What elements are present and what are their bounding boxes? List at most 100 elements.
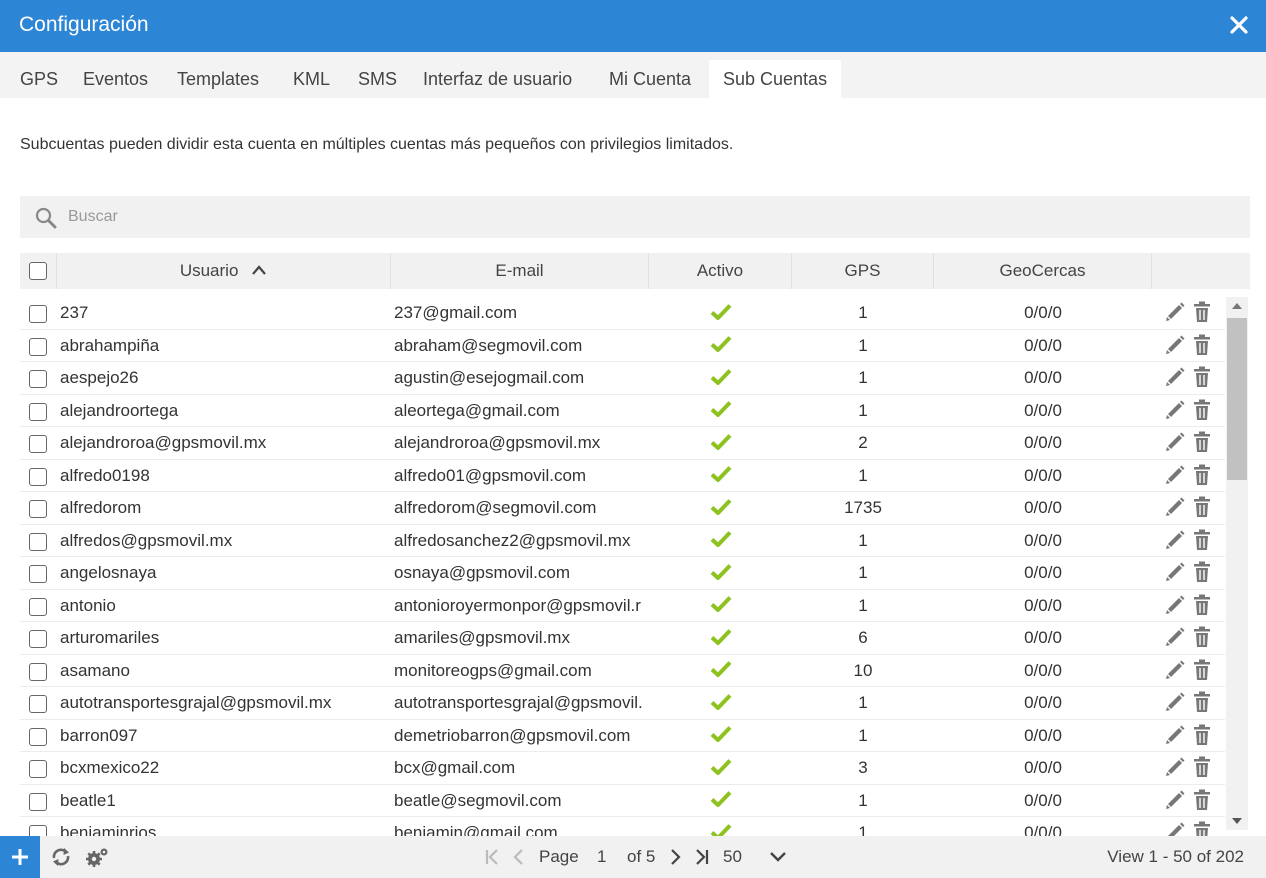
trash-icon[interactable] <box>1193 334 1211 356</box>
trash-icon[interactable] <box>1193 789 1211 811</box>
trash-icon[interactable] <box>1193 724 1211 746</box>
tab-sms[interactable]: SMS <box>344 60 411 98</box>
current-page-input[interactable]: 1 <box>597 836 606 878</box>
add-subaccount-button[interactable] <box>0 836 40 878</box>
pencil-icon[interactable] <box>1164 659 1186 681</box>
scroll-down-arrow-icon[interactable] <box>1232 818 1242 824</box>
pencil-icon[interactable] <box>1164 789 1186 811</box>
tab-kml[interactable]: KML <box>279 60 344 98</box>
pencil-icon[interactable] <box>1164 724 1186 746</box>
pencil-icon[interactable] <box>1164 301 1186 323</box>
last-page-icon[interactable] <box>694 848 710 871</box>
row-checkbox[interactable] <box>29 500 47 518</box>
table-row[interactable]: abrahampiña abraham@segmovil.com 1 0/0/0 <box>20 330 1225 362</box>
trash-icon[interactable] <box>1193 659 1211 681</box>
row-checkbox[interactable] <box>29 435 47 453</box>
pencil-icon[interactable] <box>1164 399 1186 421</box>
tab-gps[interactable]: GPS <box>6 60 72 98</box>
column-header-geocercas[interactable]: GeoCercas <box>934 253 1152 289</box>
tab-sub-cuentas[interactable]: Sub Cuentas <box>709 60 842 98</box>
table-row[interactable]: asamano monitoreogps@gmail.com 10 0/0/0 <box>20 655 1225 687</box>
row-checkbox[interactable] <box>29 532 47 551</box>
trash-icon[interactable] <box>1193 464 1211 486</box>
table-scrollbar[interactable] <box>1226 297 1248 830</box>
scrollbar-thumb[interactable] <box>1227 318 1247 480</box>
column-header-usuario[interactable]: Usuario <box>57 253 391 289</box>
trash-icon[interactable] <box>1193 431 1211 453</box>
trash-icon[interactable] <box>1193 301 1211 323</box>
trash-icon[interactable] <box>1193 561 1211 583</box>
row-checkbox[interactable] <box>29 727 47 746</box>
table-row[interactable]: 237 237@gmail.com 1 0/0/0 <box>20 297 1225 330</box>
trash-icon[interactable] <box>1193 529 1211 551</box>
pencil-icon[interactable] <box>1164 821 1186 836</box>
row-checkbox[interactable] <box>29 760 47 778</box>
row-checkbox[interactable] <box>29 662 47 681</box>
prev-page-icon[interactable] <box>512 848 526 871</box>
first-page-icon[interactable] <box>484 848 500 871</box>
row-checkbox[interactable] <box>29 695 47 713</box>
row-checkbox[interactable] <box>29 305 47 323</box>
row-checkbox[interactable] <box>29 565 47 583</box>
row-checkbox[interactable] <box>29 370 47 388</box>
search-input[interactable] <box>68 202 1228 232</box>
table-row[interactable]: bcxmexico22 bcx@gmail.com 3 0/0/0 <box>20 752 1225 785</box>
table-row[interactable]: angelosnaya osnaya@gpsmovil.com 1 0/0/0 <box>20 557 1225 590</box>
tab-templates[interactable]: Templates <box>163 60 273 98</box>
trash-icon[interactable] <box>1193 399 1211 421</box>
tab-interfaz-de-usuario[interactable]: Interfaz de usuario <box>409 60 586 98</box>
column-header-activo[interactable]: Activo <box>649 253 792 289</box>
next-page-icon[interactable] <box>668 848 682 871</box>
close-icon[interactable] <box>1226 12 1252 38</box>
tab-eventos[interactable]: Eventos <box>69 60 162 98</box>
tab-mi-cuenta[interactable]: Mi Cuenta <box>595 60 705 98</box>
trash-icon[interactable] <box>1193 756 1211 778</box>
trash-icon[interactable] <box>1193 691 1211 713</box>
table-row[interactable]: arturomariles amariles@gpsmovil.mx 6 0/0… <box>20 622 1225 655</box>
row-checkbox-cell <box>20 687 57 719</box>
pencil-icon[interactable] <box>1164 496 1186 518</box>
trash-icon[interactable] <box>1193 821 1211 836</box>
row-checkbox[interactable] <box>29 402 47 421</box>
row-checkbox[interactable] <box>29 597 47 616</box>
cell-actions <box>1164 330 1224 362</box>
pencil-icon[interactable] <box>1164 464 1186 486</box>
pencil-icon[interactable] <box>1164 366 1186 388</box>
table-row[interactable]: alfredo0198 alfredo01@gpsmovil.com 1 0/0… <box>20 460 1225 492</box>
pencil-icon[interactable] <box>1164 756 1186 778</box>
trash-icon[interactable] <box>1193 366 1211 388</box>
table-row[interactable]: alejandroortega aleortega@gmail.com 1 0/… <box>20 395 1225 427</box>
scroll-up-arrow-icon[interactable] <box>1232 303 1242 309</box>
row-checkbox[interactable] <box>29 630 47 648</box>
pencil-icon[interactable] <box>1164 431 1186 453</box>
table-row[interactable]: beatle1 beatle@segmovil.com 1 0/0/0 <box>20 785 1225 817</box>
table-row[interactable]: alejandroroa@gpsmovil.mx alejandroroa@gp… <box>20 427 1225 460</box>
table-row[interactable]: autotransportesgrajal@gpsmovil.mx autotr… <box>20 687 1225 720</box>
pencil-icon[interactable] <box>1164 691 1186 713</box>
table-row[interactable]: antonio antonioroyermonpor@gpsmovil.r 1 … <box>20 590 1225 622</box>
trash-icon[interactable] <box>1193 496 1211 518</box>
pencil-icon[interactable] <box>1164 529 1186 551</box>
pencil-icon[interactable] <box>1164 626 1186 648</box>
pencil-icon[interactable] <box>1164 594 1186 616</box>
pencil-icon[interactable] <box>1164 561 1186 583</box>
row-checkbox[interactable] <box>29 337 47 356</box>
select-all-checkbox[interactable] <box>29 262 47 280</box>
row-checkbox[interactable] <box>29 792 47 811</box>
table-row[interactable]: alfredos@gpsmovil.mx alfredosanchez2@gps… <box>20 525 1225 557</box>
pencil-icon[interactable] <box>1164 334 1186 356</box>
refresh-icon[interactable] <box>50 846 72 873</box>
table-row[interactable]: barron097 demetriobarron@gpsmovil.com 1 … <box>20 720 1225 752</box>
trash-icon[interactable] <box>1193 594 1211 616</box>
column-header-gps[interactable]: GPS <box>792 253 934 289</box>
table-row[interactable]: aespejo26 agustin@esejogmail.com 1 0/0/0 <box>20 362 1225 395</box>
row-checkbox[interactable] <box>29 825 47 836</box>
column-header-email[interactable]: E-mail <box>391 253 649 289</box>
table-row[interactable]: alfredorom alfredorom@segmovil.com 1735 … <box>20 492 1225 525</box>
table-row[interactable]: benjaminrios benjamin@gmail.com 1 0/0/0 <box>20 817 1225 836</box>
trash-icon[interactable] <box>1193 626 1211 648</box>
row-checkbox[interactable] <box>29 467 47 486</box>
gears-icon[interactable] <box>84 846 110 875</box>
cell-gps: 2 <box>858 433 868 452</box>
page-size-select[interactable]: 50 <box>723 836 787 878</box>
